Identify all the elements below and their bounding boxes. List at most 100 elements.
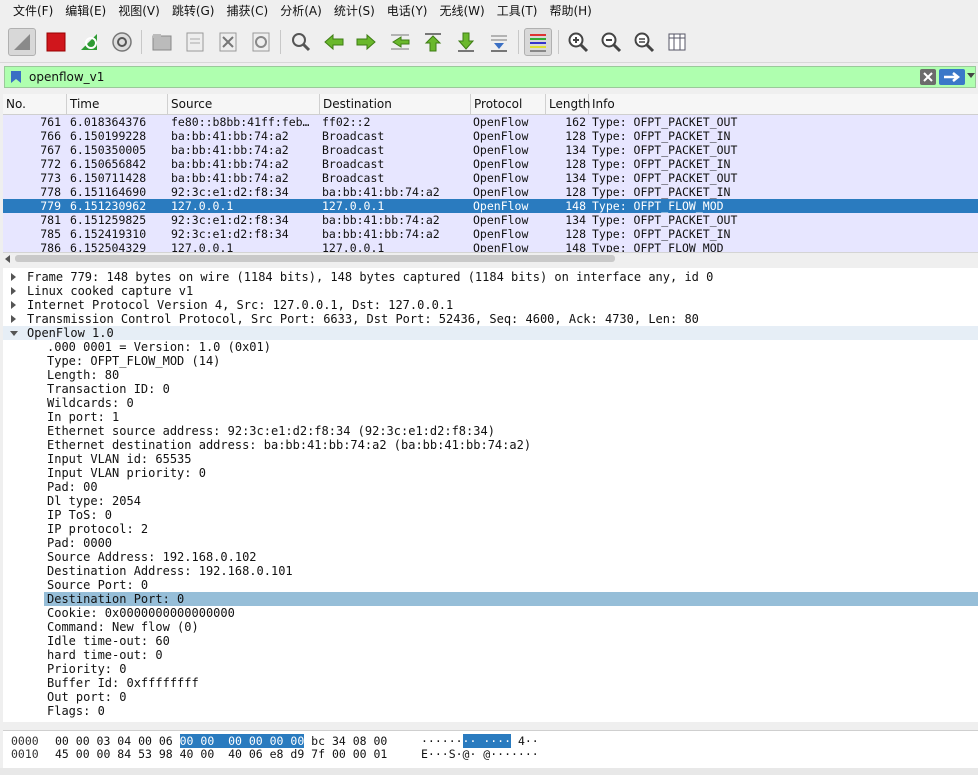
colorize-packets-icon[interactable] [524, 28, 552, 56]
detail-field[interactable]: Cookie: 0x0000000000000000 [3, 606, 978, 620]
menu-item[interactable]: 工具(T) [491, 0, 544, 22]
column-header-source[interactable]: Source [168, 94, 320, 114]
cell-info: Type: OFPT_PACKET_OUT [592, 115, 738, 129]
detail-field[interactable]: hard time-out: 0 [3, 648, 978, 662]
detail-field[interactable]: Transaction ID: 0 [3, 382, 978, 396]
expand-right-icon[interactable] [11, 315, 16, 323]
packet-row[interactable]: 785 6.152419310 92:3c:e1:d2:f8:34 ba:bb:41:… [3, 227, 978, 241]
detail-field[interactable]: Flags: 0 [3, 704, 978, 718]
scroll-left-icon[interactable] [5, 255, 11, 263]
packet-row[interactable]: 772 6.150656842 ba:bb:41:bb:74:a2 Broadcast… [3, 157, 978, 171]
detail-tree-item[interactable]: Transmission Control Protocol, Src Port:… [3, 312, 978, 326]
detail-field[interactable]: Input VLAN id: 65535 [3, 452, 978, 466]
column-header-length[interactable]: Length [546, 94, 590, 114]
detail-field[interactable]: Pad: 0000 [3, 536, 978, 550]
zoom-out-icon[interactable] [597, 28, 625, 56]
menu-item[interactable]: 捕获(C) [220, 0, 274, 22]
column-header-destination[interactable]: Destination [320, 94, 471, 114]
scrollbar-thumb[interactable] [15, 255, 615, 262]
detail-field[interactable]: Command: New flow (0) [3, 620, 978, 634]
find-packet-icon[interactable] [287, 28, 315, 56]
packet-row[interactable]: 773 6.150711428 ba:bb:41:bb:74:a2 Broadcast… [3, 171, 978, 185]
menu-item[interactable]: 分析(A) [274, 0, 328, 22]
packet-row[interactable]: 779 6.151230962 127.0.0.1 127.0.0.1 OpenFlow… [3, 199, 978, 213]
display-filter-input[interactable] [29, 69, 909, 85]
go-to-packet-icon[interactable] [386, 28, 414, 56]
detail-tree-item[interactable]: Linux cooked capture v1 [3, 284, 978, 298]
detail-field[interactable]: Destination Port: 0 [44, 592, 978, 606]
apply-filter-icon[interactable] [939, 69, 965, 85]
detail-field[interactable]: Source Address: 192.168.0.102 [3, 550, 978, 564]
hex-bytes[interactable]: 45 00 00 84 53 98 40 00 40 06 e8 d9 7f 0… [55, 747, 387, 761]
column-header-no[interactable]: No. [3, 94, 67, 114]
auto-scroll-icon[interactable] [485, 28, 513, 56]
expand-down-icon[interactable] [10, 331, 18, 336]
ascii-bytes[interactable]: ········ ···· 4·· [421, 734, 539, 748]
packet-row[interactable]: 766 6.150199228 ba:bb:41:bb:74:a2 Broadcast… [3, 129, 978, 143]
cell-length: 128 [565, 227, 586, 241]
ascii-bytes[interactable]: E···S·@· @······· [421, 747, 539, 761]
packet-row[interactable]: 761 6.018364376 fe80::b8bb:41ff:feb… ff02::… [3, 115, 978, 129]
detail-field[interactable]: Dl type: 2054 [3, 494, 978, 508]
detail-field[interactable]: Type: OFPT_FLOW_MOD (14) [3, 354, 978, 368]
restart-capture-icon[interactable] [75, 28, 103, 56]
menu-item[interactable]: 文件(F) [7, 0, 59, 22]
detail-field[interactable]: Input VLAN priority: 0 [3, 466, 978, 480]
packet-row[interactable]: 781 6.151259825 92:3c:e1:d2:f8:34 ba:bb:41:… [3, 213, 978, 227]
reload-file-icon[interactable] [247, 28, 275, 56]
detail-field[interactable]: Source Port: 0 [3, 578, 978, 592]
detail-field[interactable]: Length: 80 [3, 368, 978, 382]
detail-field[interactable]: Pad: 00 [3, 480, 978, 494]
menu-item[interactable]: 帮助(H) [543, 0, 597, 22]
detail-field[interactable]: In port: 1 [3, 410, 978, 424]
packet-row[interactable]: 767 6.150350005 ba:bb:41:bb:74:a2 Broadcast… [3, 143, 978, 157]
expand-right-icon[interactable] [11, 287, 16, 295]
clear-filter-icon[interactable] [920, 69, 936, 85]
detail-field[interactable]: Ethernet destination address: ba:bb:41:b… [3, 438, 978, 452]
detail-field[interactable]: IP ToS: 0 [3, 508, 978, 522]
go-back-icon[interactable] [320, 28, 348, 56]
packet-list-hscrollbar[interactable] [3, 252, 978, 265]
go-forward-icon[interactable] [352, 28, 380, 56]
detail-field[interactable]: IP protocol: 2 [3, 522, 978, 536]
detail-field[interactable]: Buffer Id: 0xffffffff [3, 676, 978, 690]
save-file-icon[interactable] [181, 28, 209, 56]
stop-capture-icon[interactable] [42, 28, 70, 56]
column-header-protocol[interactable]: Protocol [471, 94, 546, 114]
detail-field[interactable]: Out port: 0 [3, 690, 978, 704]
cell-info: Type: OFPT_PACKET_IN [592, 185, 731, 199]
menu-item[interactable]: 电话(Y) [381, 0, 434, 22]
zoom-in-icon[interactable] [564, 28, 592, 56]
detail-field[interactable]: Ethernet source address: 92:3c:e1:d2:f8:… [3, 424, 978, 438]
resize-columns-icon[interactable] [663, 28, 691, 56]
detail-field[interactable]: .000 0001 = Version: 1.0 (0x01) [3, 340, 978, 354]
detail-field[interactable]: Wildcards: 0 [3, 396, 978, 410]
column-header-info[interactable]: Info [589, 94, 978, 114]
close-file-icon[interactable] [214, 28, 242, 56]
go-last-packet-icon[interactable] [452, 28, 480, 56]
menu-item[interactable]: 跳转(G) [166, 0, 221, 22]
capture-options-icon[interactable] [108, 28, 136, 56]
detail-tree-item[interactable]: Internet Protocol Version 4, Src: 127.0.… [3, 298, 978, 312]
menu-item[interactable]: 统计(S) [328, 0, 381, 22]
zoom-normal-icon[interactable] [630, 28, 658, 56]
menu-item[interactable]: 无线(W) [434, 0, 491, 22]
detail-field[interactable]: Idle time-out: 60 [3, 634, 978, 648]
expand-right-icon[interactable] [11, 273, 16, 281]
expand-right-icon[interactable] [11, 301, 16, 309]
go-first-packet-icon[interactable] [419, 28, 447, 56]
packet-row[interactable]: 786 6.152504329 127.0.0.1 127.0.0.1 OpenFlow… [3, 241, 978, 252]
column-header-time[interactable]: Time [67, 94, 168, 114]
detail-tree-item[interactable]: OpenFlow 1.0 [3, 326, 978, 340]
menu-item[interactable]: 视图(V) [112, 0, 166, 22]
detail-tree-item[interactable]: Frame 779: 148 bytes on wire (1184 bits)… [3, 270, 978, 284]
bookmark-icon[interactable] [10, 70, 22, 84]
open-file-icon[interactable] [148, 28, 176, 56]
detail-field[interactable]: Destination Address: 192.168.0.101 [3, 564, 978, 578]
hex-bytes[interactable]: 00 00 03 04 00 06 00 00 00 00 00 00 bc 3… [55, 734, 387, 748]
filter-dropdown-icon[interactable] [967, 73, 975, 79]
detail-field[interactable]: Priority: 0 [3, 662, 978, 676]
shark-fin-start-icon[interactable] [8, 28, 36, 56]
menu-item[interactable]: 编辑(E) [59, 0, 112, 22]
packet-row[interactable]: 778 6.151164690 92:3c:e1:d2:f8:34 ba:bb:41:… [3, 185, 978, 199]
